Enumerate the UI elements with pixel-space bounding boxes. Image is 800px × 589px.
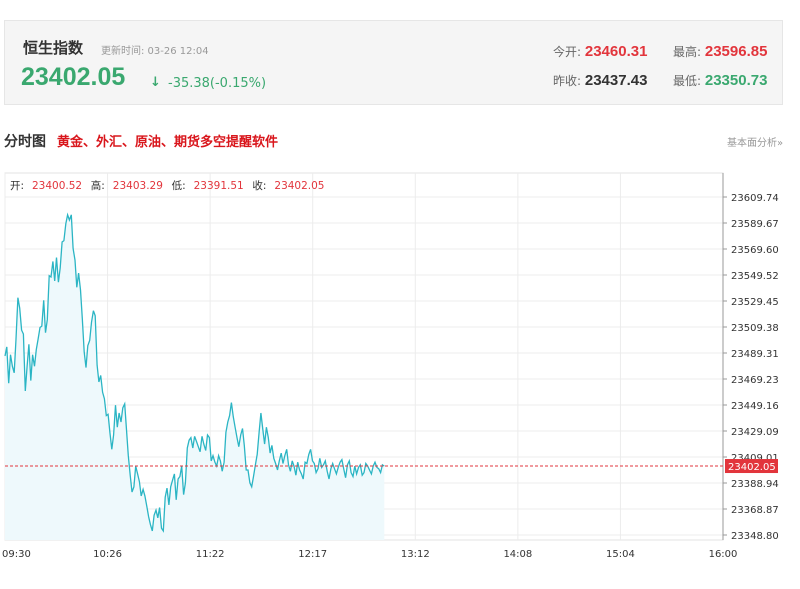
low-label: 最低: <box>673 74 702 88</box>
x-tick-label: 16:00 <box>709 549 738 560</box>
y-tick-label: 23589.67 <box>731 219 779 230</box>
current-price-label: 23402.05 <box>728 462 776 473</box>
price-change: -35.38(-0.15%) <box>168 76 267 91</box>
y-tick-label: 23509.38 <box>731 323 779 334</box>
low-value: 23350.73 <box>704 72 768 89</box>
y-tick-label: 23429.09 <box>731 427 779 438</box>
x-tick-label: 14:08 <box>503 549 532 560</box>
update-time: 更新时间: 03-26 12:04 <box>101 46 209 57</box>
high-label: 最高: <box>673 45 702 59</box>
y-tick-label: 23388.94 <box>731 479 779 490</box>
info-label: 低: <box>172 179 186 192</box>
open-value: 23460.31 <box>584 43 648 60</box>
low-stat: 最低: 23350.73 <box>673 72 767 89</box>
x-tick-label: 10:26 <box>93 549 122 560</box>
open-label: 今开: <box>553 45 582 59</box>
info-label: 收: <box>252 179 266 192</box>
y-tick-label: 23469.23 <box>731 375 779 386</box>
info-label: 高: <box>91 179 105 192</box>
y-tick-label: 23368.87 <box>731 505 779 516</box>
quote-panel: 恒生指数 更新时间: 03-26 12:04 23402.05 ↓ -35.38… <box>4 20 783 105</box>
intraday-chart: 23609.74 23589.67 23569.60 23549.52 23529.45… <box>0 170 800 585</box>
y-tick-label: 23348.80 <box>731 531 779 542</box>
fundamental-analysis-link[interactable]: 基本面分析» <box>727 134 783 149</box>
x-tick-label: 12:17 <box>298 549 327 560</box>
intraday-chart-svg: 23609.74 23589.67 23569.60 23549.52 23529.45… <box>2 172 779 560</box>
section-title: 分时图 <box>4 134 46 150</box>
y-tick-label: 23489.31 <box>731 349 779 360</box>
index-name: 恒生指数 <box>23 39 84 57</box>
prev-close-stat: 昨收: 23437.43 <box>553 72 647 89</box>
x-tick-label: 09:30 <box>2 549 31 560</box>
x-tick-label: 15:04 <box>606 549 635 560</box>
current-price: 23402.05 <box>21 63 126 91</box>
y-tick-label: 23609.74 <box>731 193 779 204</box>
info-value: 23402.05 <box>274 180 324 192</box>
prev-close-label: 昨收: <box>553 74 582 88</box>
info-value: 23400.52 <box>32 180 82 192</box>
info-value: 23403.29 <box>113 180 163 192</box>
y-tick-label: 23449.16 <box>731 401 779 412</box>
promo-link[interactable]: 黄金、外汇、原油、期货多空提醒软件 <box>57 131 278 150</box>
high-value: 23596.85 <box>704 43 768 60</box>
info-label: 开: <box>10 180 24 192</box>
down-arrow-icon: ↓ <box>150 75 161 90</box>
info-value: 23391.51 <box>194 180 244 192</box>
prev-close-value: 23437.43 <box>584 72 648 89</box>
high-stat: 最高: 23596.85 <box>673 43 767 60</box>
open-stat: 今开: 23460.31 <box>553 43 647 60</box>
x-tick-label: 11:22 <box>196 549 225 560</box>
x-tick-label: 13:12 <box>401 549 430 560</box>
y-tick-label: 23549.52 <box>731 271 779 282</box>
y-tick-label: 23569.60 <box>731 245 779 256</box>
y-tick-label: 23529.45 <box>731 297 779 308</box>
